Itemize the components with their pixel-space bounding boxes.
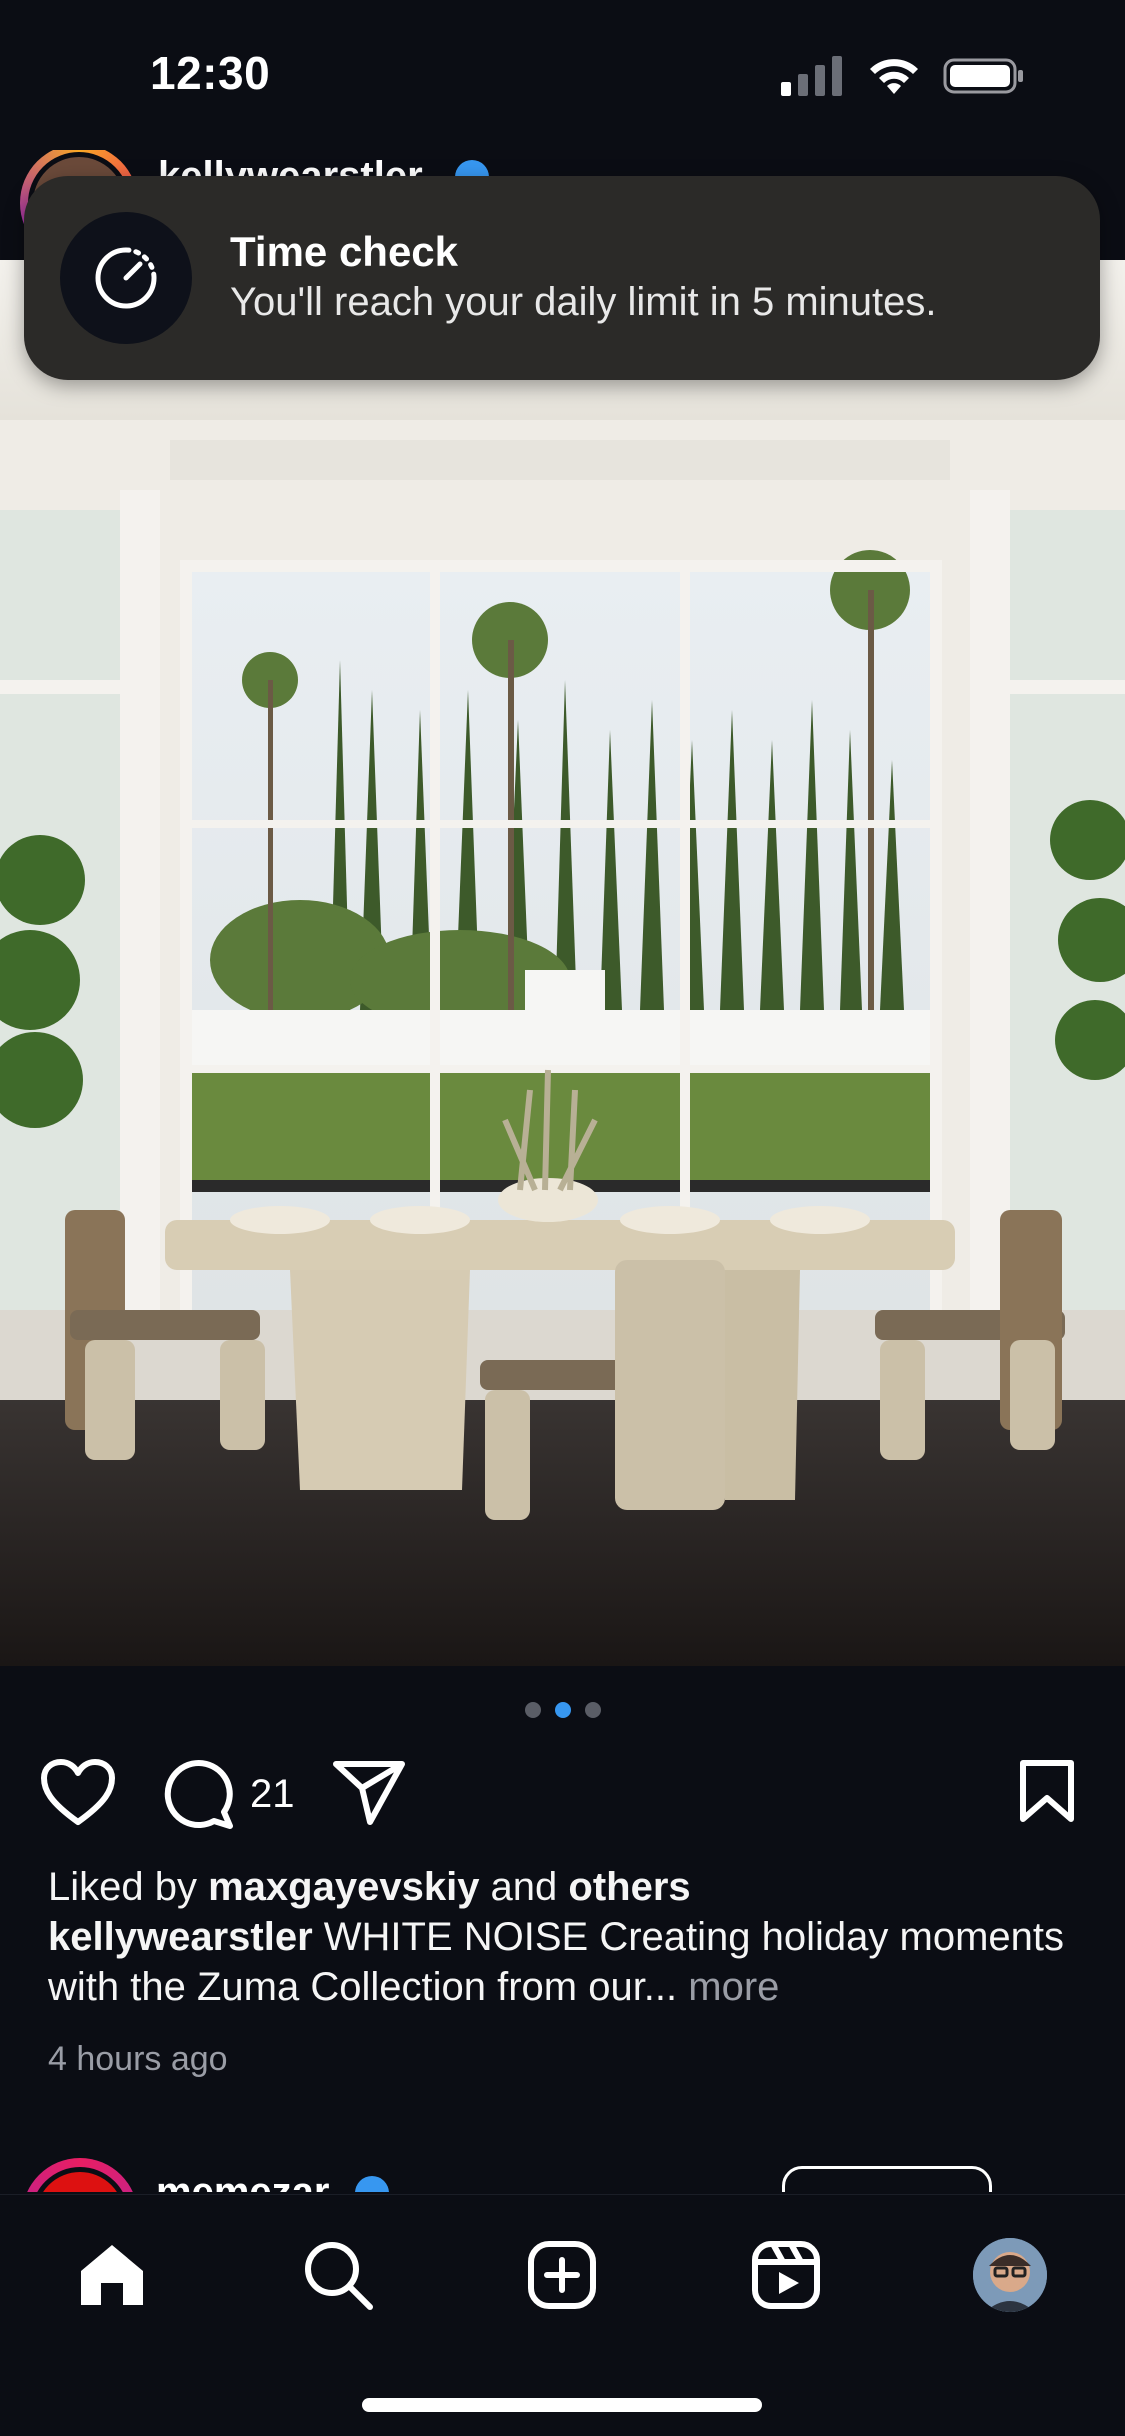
caption-username[interactable]: kellywearstler [48, 1915, 313, 1959]
search-icon [305, 2242, 373, 2310]
send-icon [333, 1761, 405, 1825]
dining-room-photo [0, 260, 1125, 1666]
liked-by-and: and [479, 1865, 569, 1909]
wifi-icon [870, 59, 918, 94]
status-time: 12:30 [150, 47, 271, 99]
cellular-signal-icon [781, 56, 842, 96]
comment-icon [164, 1760, 233, 1829]
create-icon [528, 2241, 596, 2309]
post-timestamp: 4 hours ago [48, 2040, 228, 2078]
next-post-avatar[interactable] [22, 2158, 138, 2192]
liked-by-prefix: Liked by [48, 1865, 209, 1909]
profile-avatar [973, 2238, 1047, 2312]
timer-icon [60, 212, 192, 344]
carousel-indicator [0, 1702, 1125, 1718]
bookmark-icon [1020, 1760, 1074, 1822]
nav-reels[interactable] [746, 2235, 826, 2315]
home-icon [81, 2245, 143, 2305]
status-bar: 12:30 [0, 0, 1125, 150]
more-link[interactable]: more [688, 1965, 779, 2009]
nav-search[interactable] [298, 2235, 378, 2315]
comment-count: 21 [250, 1771, 295, 1816]
reels-icon [752, 2241, 820, 2309]
next-post-header: memezar [0, 2150, 1125, 2192]
verified-badge-icon [355, 2176, 389, 2192]
post-caption: Liked by maxgayevskiy and others kellywe… [48, 1862, 1088, 2012]
next-post-username[interactable]: memezar [156, 2170, 329, 2192]
liked-by-others[interactable]: others [568, 1865, 690, 1909]
like-button[interactable] [40, 1758, 116, 1828]
battery-icon [943, 58, 1023, 94]
home-indicator [362, 2398, 762, 2412]
save-button[interactable] [1018, 1758, 1076, 1824]
caption-text: kellywearstler WHITE NOISE Creating holi… [48, 1912, 1088, 2012]
carousel-dot [524, 1702, 541, 1718]
liked-by-user[interactable]: maxgayevskiy [208, 1865, 479, 1909]
toast-title: Time check [230, 228, 459, 275]
heart-icon [41, 1759, 115, 1825]
toast-message: You'll reach your daily limit in 5 minut… [230, 280, 937, 324]
status-icons [781, 56, 1025, 96]
carousel-dot-active [554, 1702, 571, 1718]
post-photo[interactable] [0, 260, 1125, 1666]
comment-button[interactable]: 21 [162, 1758, 295, 1830]
liked-by[interactable]: Liked by maxgayevskiy and others [48, 1862, 1088, 1912]
carousel-dot [584, 1702, 601, 1718]
time-check-toast[interactable]: Time check You'll reach your daily limit… [24, 176, 1100, 380]
post-actions: 21 [0, 1758, 1125, 1838]
nav-home[interactable] [72, 2235, 152, 2315]
nav-profile[interactable] [970, 2235, 1050, 2315]
follow-button[interactable] [782, 2166, 992, 2192]
share-button[interactable] [332, 1758, 406, 1826]
nav-create[interactable] [522, 2235, 602, 2315]
